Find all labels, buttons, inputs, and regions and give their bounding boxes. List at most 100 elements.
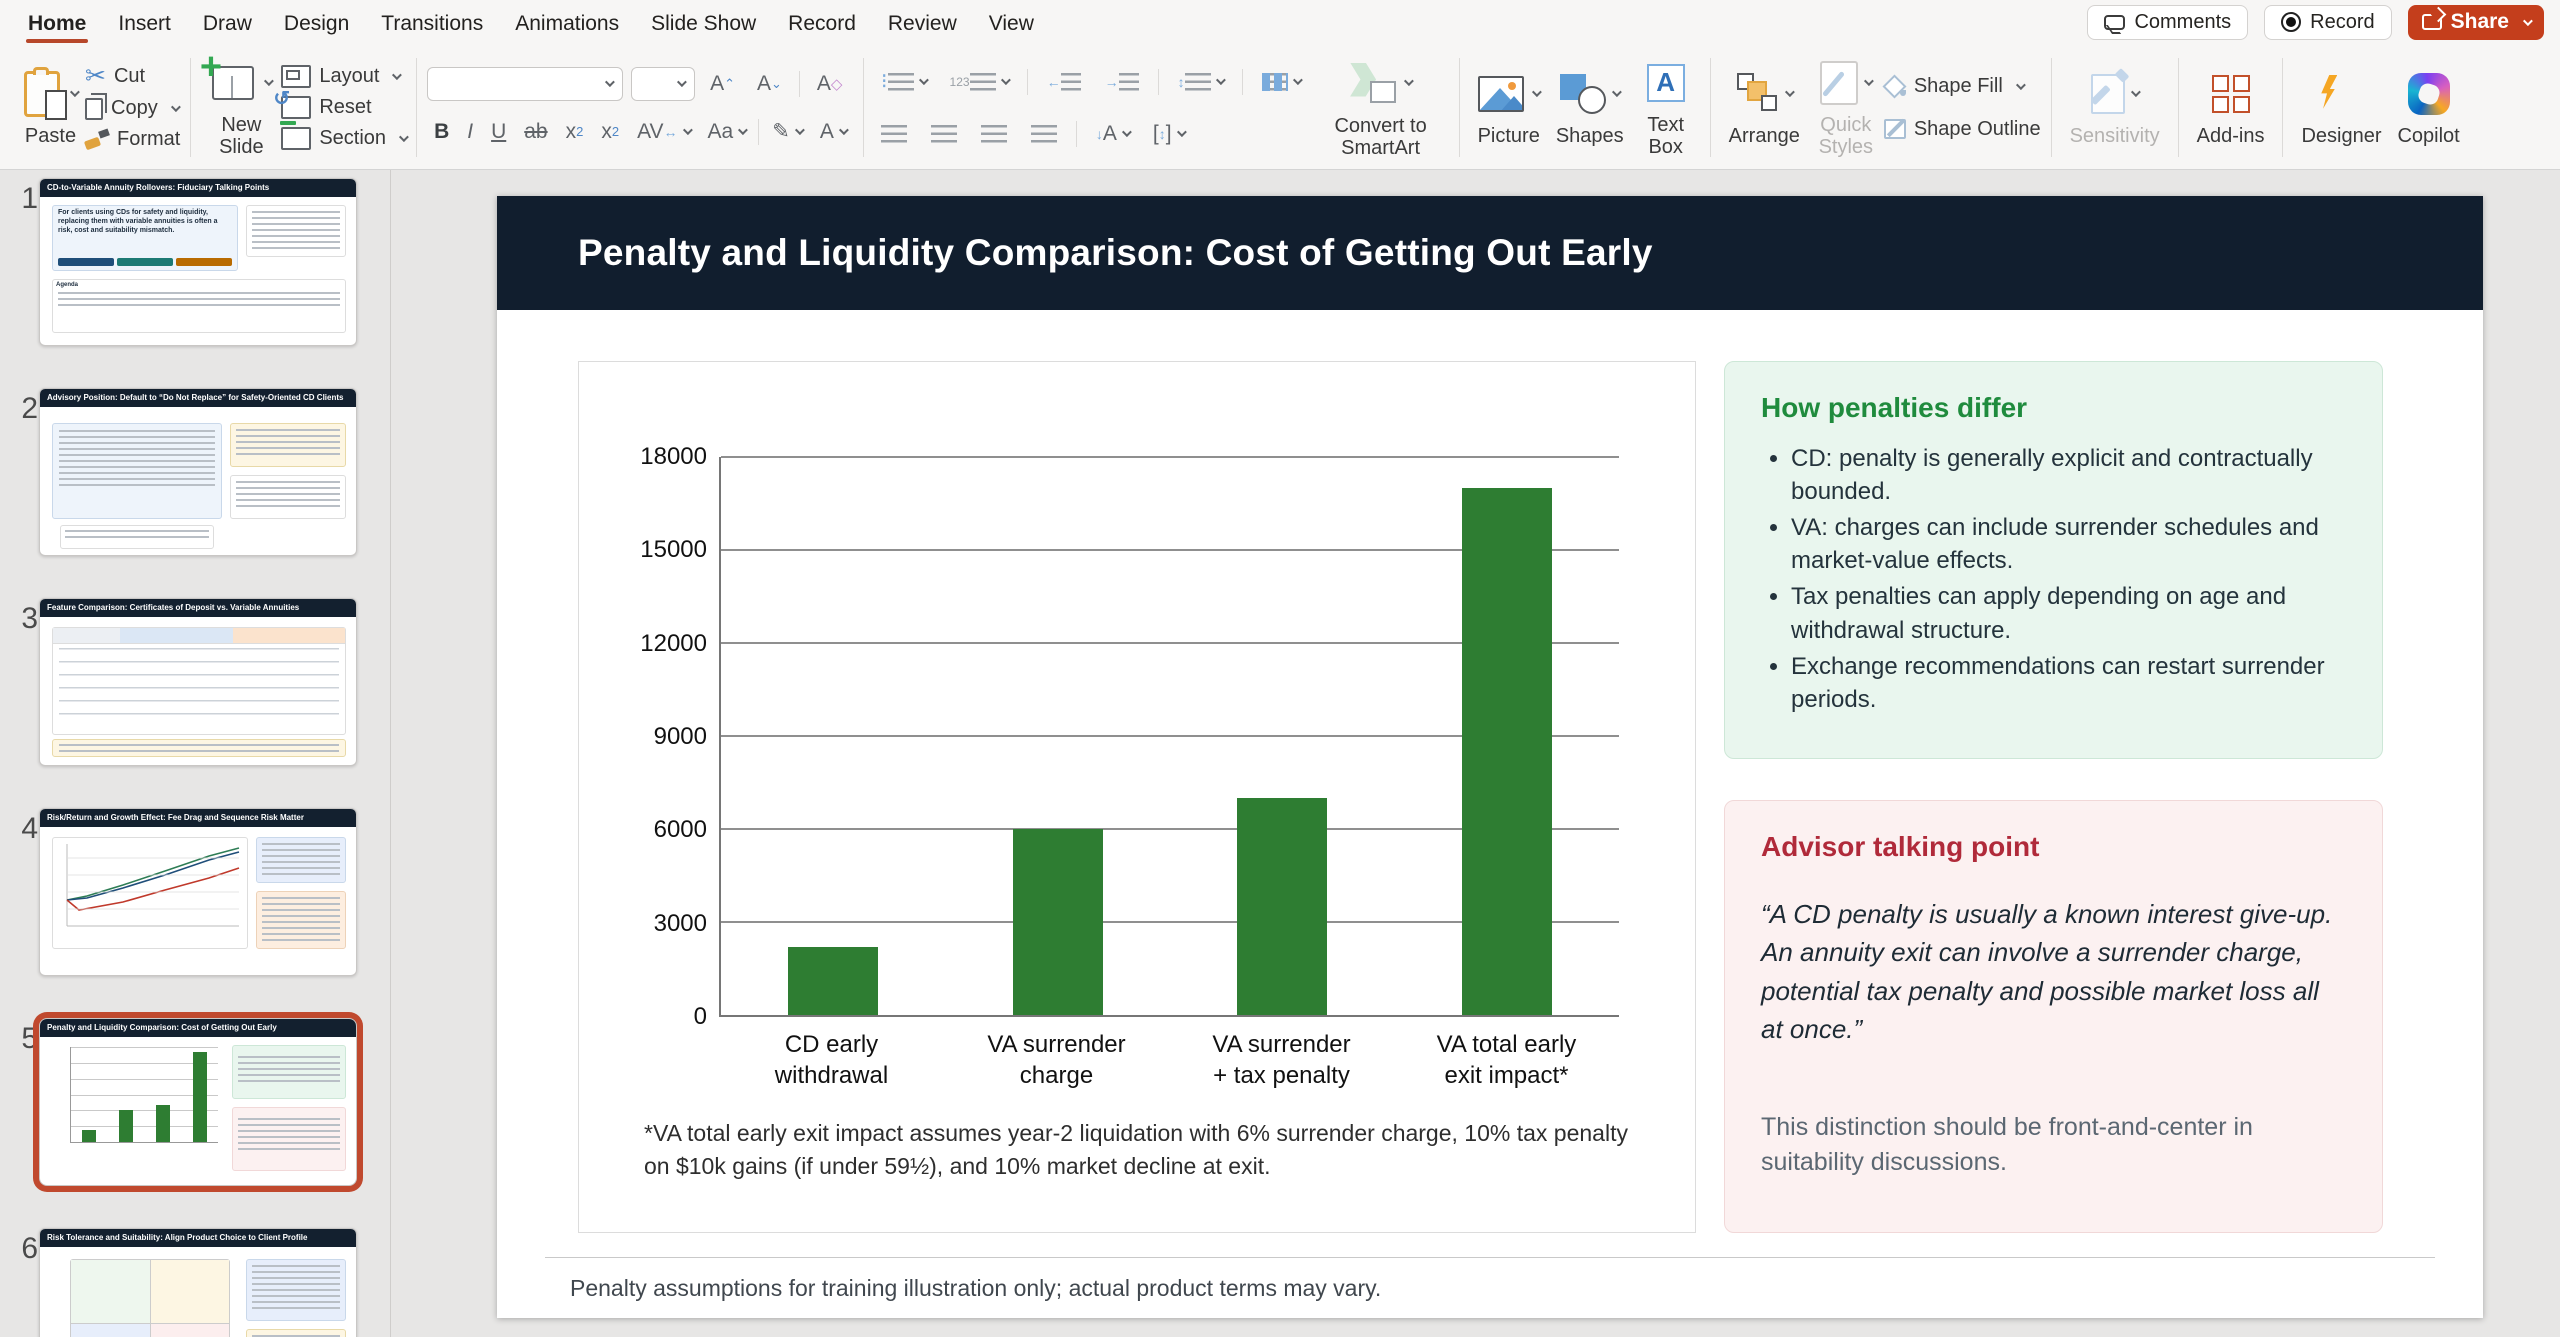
y-tick-label: 15000 [640,536,707,564]
penalties-differ-box[interactable]: How penalties differ CD: penalty is gene… [1724,361,2383,759]
underline-button[interactable]: U [484,118,513,146]
shapes-button[interactable]: Shapes [1548,66,1632,150]
bullets-button[interactable]: ⁝ [874,67,933,96]
thumb-title: Risk/Return and Growth Effect: Fee Drag … [40,809,356,827]
slide-canvas[interactable]: Penalty and Liquidity Comparison: Cost o… [497,196,2483,1318]
quick-styles-button[interactable]: Quick Styles [1808,55,1884,160]
plot [70,1047,218,1143]
font-color-button[interactable]: A [813,118,853,146]
sensitivity-button[interactable]: Sensitivity [2062,66,2168,150]
tab-animations[interactable]: Animations [499,3,635,42]
text-direction-button[interactable]: ↓A [1089,120,1136,148]
chevron-down-icon [1864,77,1874,87]
thumbnail-row-4: 4 Risk/Return and Growth Effect: Fee Dra… [0,808,390,1018]
picture-button[interactable]: Picture [1470,66,1548,150]
strikethrough-button[interactable]: ab [517,118,554,146]
tab-draw[interactable]: Draw [187,3,268,42]
superscript-button[interactable]: x2 [559,118,591,146]
slide-thumbnail-2[interactable]: Advisory Position: Default to “Do Not Re… [39,388,357,556]
align-center-button[interactable] [924,123,964,145]
numbering-button[interactable]: 123 [943,71,1015,93]
slide-thumbnail-4[interactable]: Risk/Return and Growth Effect: Fee Drag … [39,808,357,976]
text-box-button[interactable]: A Text Box [1632,55,1700,160]
decrease-indent-button[interactable]: ← [1040,71,1088,93]
new-slide-button[interactable]: New Slide [201,55,281,160]
bars [71,1047,218,1142]
share-icon [2422,14,2442,30]
shape-fill-button[interactable]: Shape Fill [1884,72,2041,101]
slide-thumbnail-5-selected[interactable]: Penalty and Liquidity Comparison: Cost o… [39,1018,357,1186]
record-button[interactable]: Record [2264,5,2391,40]
footer-divider [545,1257,2435,1258]
bar [1462,488,1552,1015]
comments-button[interactable]: Comments [2087,5,2248,40]
tab-view[interactable]: View [973,3,1050,42]
chart-container[interactable]: 0300060009000120001500018000 CD early wi… [578,361,1696,1233]
indent-icon [1119,73,1139,91]
bar [156,1105,170,1142]
copy-icon [85,98,103,120]
tab-insert[interactable]: Insert [102,3,187,42]
chevron-down-icon [683,125,693,135]
bold-button[interactable]: B [427,118,456,146]
chevron-down-icon [1122,127,1132,137]
copy-button[interactable]: Copy [85,94,180,123]
increase-indent-button[interactable]: → [1098,71,1146,93]
decrease-font-size-button[interactable]: A⌄ [750,70,789,98]
highlight-button[interactable]: ✎ [765,117,809,146]
character-spacing-button[interactable]: AV↔ [630,118,696,146]
share-label: Share [2451,10,2509,34]
plot [719,457,1619,1017]
arrange-group: Arrange Quick Styles Shape Fill Shape Ou… [1713,52,2049,163]
tab-transitions[interactable]: Transitions [365,3,499,42]
tab-slide-show[interactable]: Slide Show [635,3,772,42]
section-icon [281,127,311,150]
chevron-down-icon [399,132,409,142]
slide-number: 1 [12,182,38,216]
addins-button[interactable]: Add-ins [2189,66,2273,150]
italic-button[interactable]: I [460,118,480,146]
slides-group: New Slide Layout Reset Section [193,52,414,163]
align-right-button[interactable] [974,123,1014,145]
font-size-combo[interactable] [631,67,695,101]
bar-cell [1395,457,1620,1015]
slide-thumbnail-3[interactable]: Feature Comparison: Certificates of Depo… [39,598,357,766]
align-text-vertical-button[interactable]: [↕] [1146,120,1191,148]
thumbnail-row-3: 3 Feature Comparison: Certificates of De… [0,598,390,808]
line-spacing-button[interactable]: ↕ [1171,71,1230,93]
clear-formatting-button[interactable]: A◇ [810,70,850,98]
layout-button[interactable]: Layout [281,62,406,91]
section-button[interactable]: Section [281,124,406,153]
arrange-button[interactable]: Arrange [1721,66,1808,150]
tab-review[interactable]: Review [872,3,973,42]
x-tick-label: VA surrender charge [944,1029,1169,1091]
tab-record[interactable]: Record [772,3,872,42]
advisor-talking-point-box[interactable]: Advisor talking point “A CD penalty is u… [1724,800,2383,1233]
align-left-button[interactable] [874,123,914,145]
format-painter-button[interactable]: Format [85,125,180,154]
cut-button[interactable]: ✂ Cut [85,61,180,92]
subscript-button[interactable]: x2 [594,118,626,146]
share-button[interactable]: Share [2408,5,2544,40]
slide-number: 3 [12,602,38,636]
slide-thumbnail-1[interactable]: CD-to-Variable Annuity Rollovers: Fiduci… [39,178,357,346]
change-case-button[interactable]: Aa [701,118,753,146]
designer-button[interactable]: Designer [2293,66,2389,150]
copilot-button[interactable]: Copilot [2389,66,2467,150]
justify-button[interactable] [1024,123,1064,145]
tab-design[interactable]: Design [268,3,365,42]
paste-icon [24,71,60,117]
reset-button[interactable]: Reset [281,93,406,122]
columns-button[interactable] [1255,71,1307,93]
font-name-combo[interactable] [427,67,623,101]
paste-button[interactable]: Paste [16,66,85,150]
shape-outline-button[interactable]: Shape Outline [1884,115,2041,144]
bar [119,1110,133,1142]
y-tick-label: 18000 [640,443,707,471]
slide-thumbnail-6[interactable]: Risk Tolerance and Suitability: Align Pr… [39,1228,357,1337]
thumb-title: Advisory Position: Default to “Do Not Re… [40,389,356,407]
convert-to-smartart-button[interactable]: Convert to SmartArt [1313,55,1449,161]
tab-home[interactable]: Home [12,3,102,42]
increase-font-size-button[interactable]: A⌃ [703,70,742,98]
chevron-down-icon [605,77,615,87]
